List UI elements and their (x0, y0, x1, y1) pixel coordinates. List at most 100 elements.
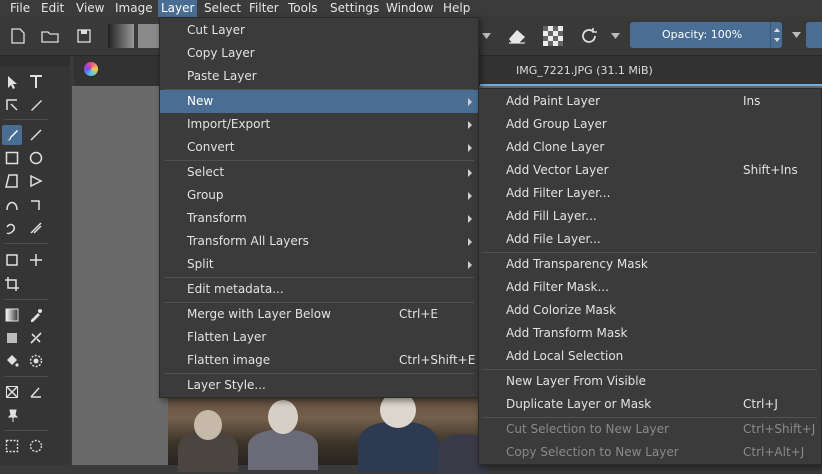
flow-slider[interactable] (806, 22, 822, 48)
menu-item-add-vector-layer[interactable]: Add Vector Layer Shift+Ins (479, 159, 821, 182)
bezier-curve-icon[interactable] (2, 195, 22, 215)
polygon-tool-icon[interactable] (2, 171, 22, 191)
menu-bar: File Edit View Image Layer Select Filter… (0, 0, 822, 17)
submenu-arrow-icon (468, 215, 472, 223)
chevron-down-icon[interactable] (790, 29, 802, 41)
rectangle-tool-icon[interactable] (2, 148, 22, 168)
menu-tools[interactable]: Tools (285, 0, 321, 17)
menu-item-add-colorize-mask[interactable]: Add Colorize Mask (479, 299, 821, 322)
menu-item-add-transform-mask[interactable]: Add Transform Mask (479, 322, 821, 345)
document-tab[interactable]: IMG_7221.JPG (31.1 MiB) (516, 64, 653, 77)
ellipse-tool-icon[interactable] (26, 148, 46, 168)
menu-view[interactable]: View (73, 0, 107, 17)
menu-help[interactable]: Help (440, 0, 473, 17)
menu-edit[interactable]: Edit (38, 0, 67, 17)
menu-file[interactable]: File (7, 0, 33, 17)
colorize-mask-icon[interactable] (2, 328, 22, 348)
enclose-fill-icon[interactable] (26, 351, 46, 371)
opacity-slider[interactable]: Opacity: 100% (630, 22, 782, 48)
menu-item-group[interactable]: Group (160, 184, 478, 207)
chevron-down-icon[interactable] (608, 24, 622, 48)
transparency-checker-icon[interactable] (541, 24, 565, 48)
menu-item-copy-layer[interactable]: Copy Layer (160, 42, 478, 65)
menu-item-import-export[interactable]: Import/Export (160, 113, 478, 136)
line-tool-icon[interactable] (26, 125, 46, 145)
polyline-tool-icon[interactable] (26, 171, 46, 191)
freehand-path-icon[interactable] (26, 195, 46, 215)
reload-icon[interactable] (577, 24, 601, 48)
pattern-preset-icon[interactable] (138, 24, 160, 48)
chevron-down-icon[interactable] (478, 24, 494, 48)
menu-item-add-fill-layer[interactable]: Add Fill Layer... (479, 205, 821, 228)
ellipse-selection-icon[interactable] (26, 436, 46, 456)
dynamic-brush-icon[interactable] (2, 218, 22, 238)
menu-item-add-filter-layer[interactable]: Add Filter Layer... (479, 182, 821, 205)
submenu-arrow-icon (468, 98, 472, 106)
menu-filter[interactable]: Filter (246, 0, 282, 17)
new-layer-submenu: Add Paint Layer Ins Add Group Layer Add C… (478, 88, 822, 465)
menu-item-add-transparency-mask[interactable]: Add Transparency Mask (479, 253, 821, 276)
multibrush-icon[interactable] (26, 218, 46, 238)
menu-item-transform[interactable]: Transform (160, 207, 478, 230)
menu-item-split[interactable]: Split (160, 253, 478, 276)
assistant-tool-icon[interactable] (2, 382, 22, 402)
crop-icon[interactable] (2, 274, 22, 294)
menu-item-new-layer-from-visible[interactable]: New Layer From Visible (479, 370, 821, 393)
menu-item-transform-all-layers[interactable]: Transform All Layers (160, 230, 478, 253)
menu-select[interactable]: Select (201, 0, 244, 17)
menu-item-add-clone-layer[interactable]: Add Clone Layer (479, 136, 821, 159)
gradient-preset-icon[interactable] (108, 24, 134, 48)
menu-item-duplicate-layer-or-mask[interactable]: Duplicate Layer or Mask Ctrl+J (479, 393, 821, 416)
menu-item-copy-selection-to-new-layer[interactable]: Copy Selection to New Layer Ctrl+Alt+J (479, 441, 821, 464)
menu-window[interactable]: Window (383, 0, 436, 17)
eraser-icon[interactable] (505, 24, 529, 48)
opacity-label: Opacity: 100% (662, 28, 743, 41)
menu-item-add-filter-mask[interactable]: Add Filter Mask... (479, 276, 821, 299)
menu-item-add-paint-layer[interactable]: Add Paint Layer Ins (479, 90, 821, 113)
toolbox-separator (4, 243, 48, 244)
freehand-brush-icon[interactable] (2, 125, 22, 145)
gradient-tool-icon[interactable] (2, 305, 22, 325)
opacity-spinbox-arrows[interactable] (770, 22, 783, 48)
krita-logo-icon (84, 62, 98, 76)
menu-item-flatten-image[interactable]: Flatten image Ctrl+Shift+E (160, 349, 478, 372)
menu-item-cut-selection-to-new-layer[interactable]: Cut Selection to New Layer Ctrl+Shift+J (479, 418, 821, 441)
menu-item-merge-with-layer-below[interactable]: Merge with Layer Below Ctrl+E (160, 303, 478, 326)
menu-image[interactable]: Image (112, 0, 156, 17)
menu-settings[interactable]: Settings (327, 0, 382, 17)
edit-shapes-icon[interactable] (2, 95, 22, 115)
submenu-arrow-icon (468, 261, 472, 269)
menu-item-select[interactable]: Select (160, 161, 478, 184)
measure-tool-icon[interactable] (26, 382, 46, 402)
menu-item-edit-metadata[interactable]: Edit metadata... (160, 278, 478, 301)
save-icon[interactable] (72, 24, 96, 48)
submenu-arrow-icon (468, 121, 472, 129)
reference-pin-icon[interactable] (2, 406, 22, 426)
calligraphy-icon[interactable] (26, 95, 46, 115)
rect-selection-icon[interactable] (2, 436, 22, 456)
menu-item-add-local-selection[interactable]: Add Local Selection (479, 345, 821, 368)
smart-patch-icon[interactable] (26, 328, 46, 348)
menu-layer[interactable]: Layer (158, 0, 198, 17)
submenu-arrow-icon (468, 144, 472, 152)
submenu-arrow-icon (468, 169, 472, 177)
document-photo (168, 392, 488, 474)
open-folder-icon[interactable] (38, 24, 62, 48)
menu-item-cut-layer[interactable]: Cut Layer (160, 19, 478, 42)
select-shapes-icon[interactable] (2, 72, 22, 92)
menu-item-add-group-layer[interactable]: Add Group Layer (479, 113, 821, 136)
menu-item-new[interactable]: New (160, 90, 478, 113)
submenu-arrow-icon (468, 238, 472, 246)
fill-bucket-icon[interactable] (2, 351, 22, 371)
menu-item-add-file-layer[interactable]: Add File Layer... (479, 228, 821, 251)
toolbox-separator (4, 376, 48, 377)
move-tool-icon[interactable] (26, 250, 46, 270)
menu-item-layer-style[interactable]: Layer Style... (160, 374, 478, 397)
new-document-icon[interactable] (6, 24, 30, 48)
color-picker-icon[interactable] (26, 305, 46, 325)
crop-transform-icon[interactable] (2, 250, 22, 270)
text-tool-icon[interactable] (26, 72, 46, 92)
menu-item-convert[interactable]: Convert (160, 136, 478, 159)
menu-item-paste-layer[interactable]: Paste Layer (160, 65, 478, 88)
menu-item-flatten-layer[interactable]: Flatten Layer (160, 326, 478, 349)
